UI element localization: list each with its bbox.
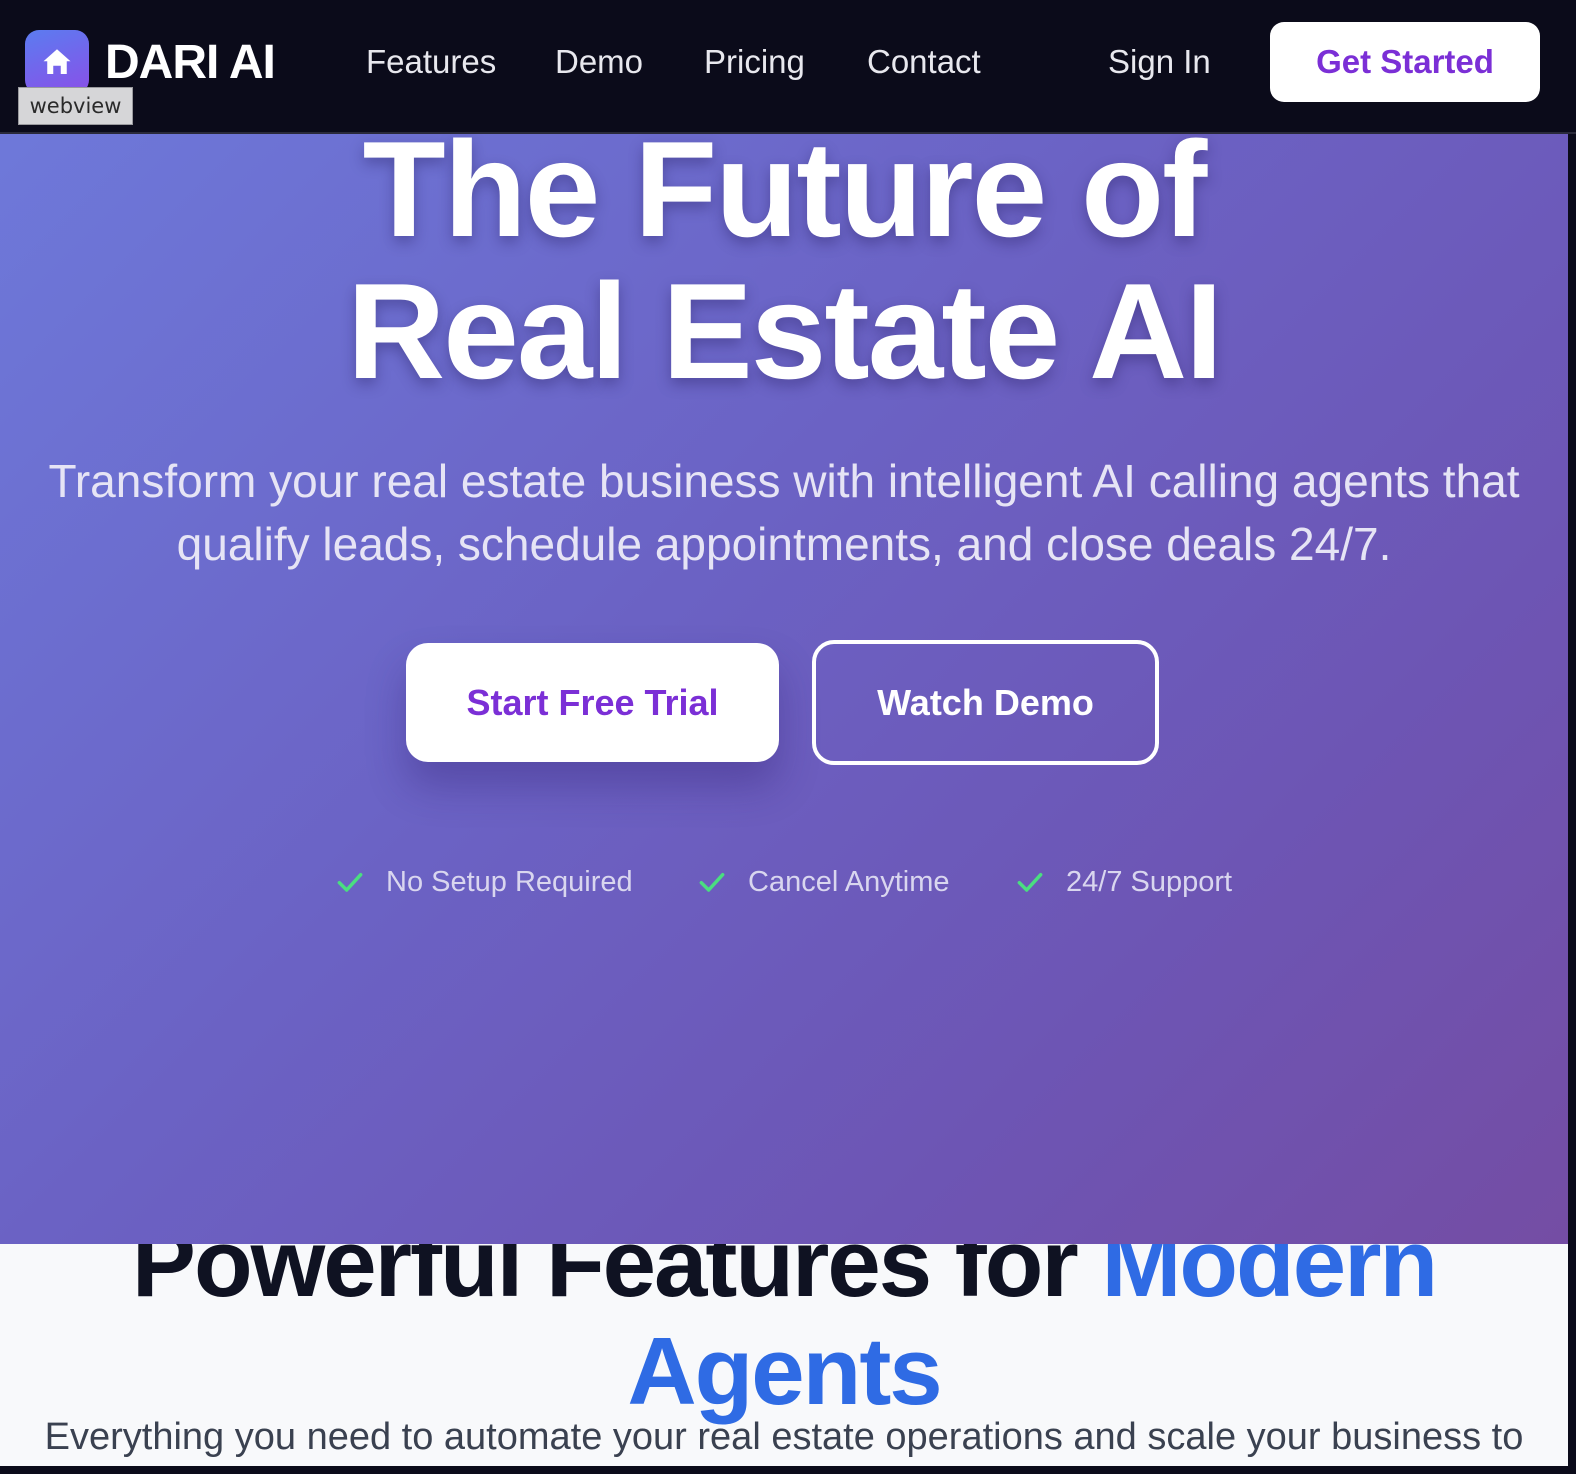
features-subtitle: Everything you need to automate your rea…	[44, 1416, 1524, 1458]
nav-link-demo[interactable]: Demo	[555, 42, 643, 82]
check-item-support: 24/7 Support	[1014, 860, 1232, 904]
check-icon	[337, 872, 363, 892]
nav-link-features[interactable]: Features	[366, 42, 496, 82]
hero-title-line2: Real Estate AI	[347, 255, 1223, 407]
brand-name[interactable]: DARI AI	[105, 36, 276, 90]
check-label: No Setup Required	[386, 865, 633, 898]
check-label: Cancel Anytime	[748, 865, 950, 898]
get-started-button[interactable]: Get Started	[1270, 22, 1540, 102]
home-icon	[43, 49, 71, 74]
check-item-cancel-anytime: Cancel Anytime	[696, 860, 950, 904]
check-icon	[1017, 872, 1043, 892]
check-item-no-setup: No Setup Required	[334, 860, 633, 904]
hero-title: The Future of Real Estate AI	[0, 118, 1568, 402]
hero-subtitle: Transform your real estate business with…	[48, 455, 1520, 570]
hero-title-line1: The Future of	[362, 113, 1208, 265]
bottom-edge	[0, 1466, 1576, 1474]
check-label: 24/7 Support	[1066, 865, 1233, 898]
nav-link-contact[interactable]: Contact	[867, 42, 981, 82]
check-icon	[699, 872, 725, 892]
start-free-trial-button[interactable]: Start Free Trial	[406, 643, 779, 762]
webview-tag: webview	[18, 87, 133, 125]
hero-section: The Future of Real Estate AI Transform y…	[0, 0, 1568, 1244]
page: Powerful Features for Modern Agents Ever…	[0, 0, 1576, 1474]
brand-logo[interactable]	[25, 30, 89, 94]
watch-demo-button[interactable]: Watch Demo	[812, 640, 1159, 765]
nav-link-pricing[interactable]: Pricing	[704, 42, 805, 82]
top-navbar: DARI AI Features Demo Pricing Contact Si…	[0, 0, 1576, 134]
sign-in-link[interactable]: Sign In	[1108, 42, 1211, 82]
